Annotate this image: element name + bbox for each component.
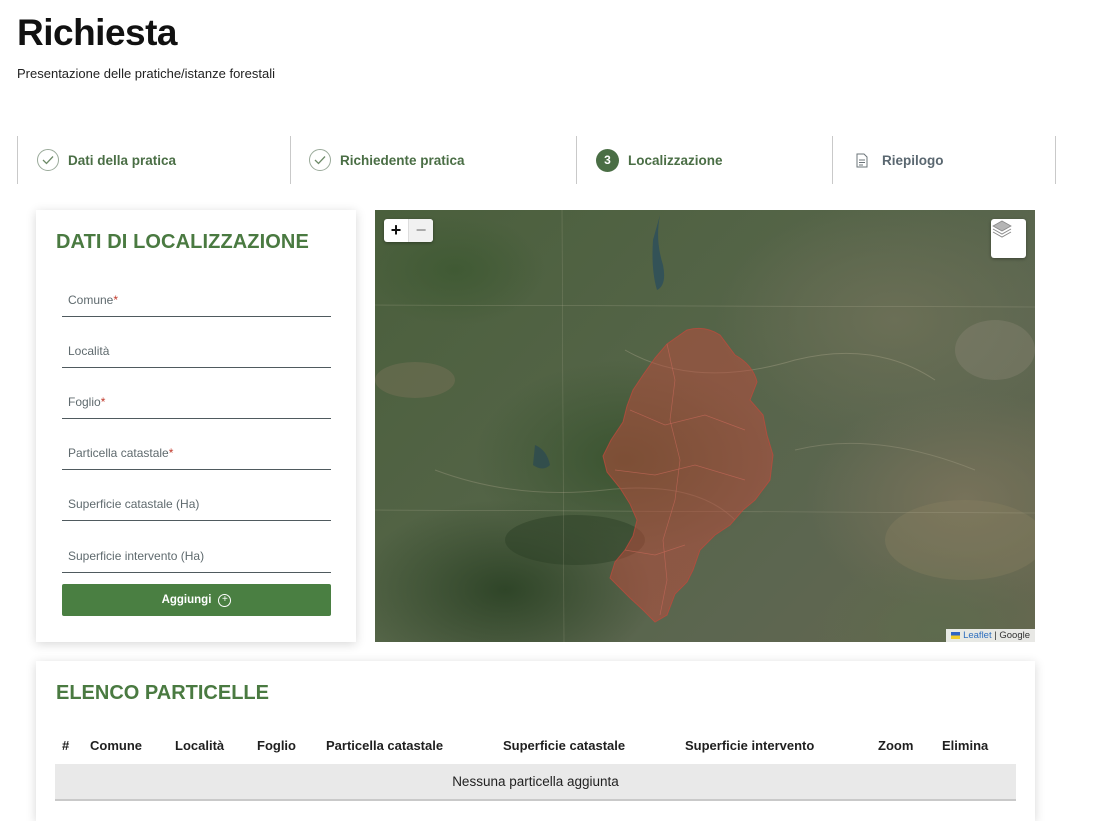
column-header: Elimina bbox=[942, 738, 989, 753]
step-number-badge: 3 bbox=[596, 148, 619, 172]
satellite-terrain bbox=[375, 210, 1035, 642]
step-localizzazione[interactable]: 3 Localizzazione bbox=[576, 136, 723, 184]
field-label: Superficie intervento (Ha) bbox=[68, 549, 205, 563]
add-button[interactable]: Aggiungi + bbox=[62, 584, 331, 616]
parcel-area-polygon bbox=[602, 327, 774, 623]
step-riepilogo[interactable]: Riepilogo bbox=[832, 136, 944, 184]
column-header: # bbox=[62, 738, 70, 753]
column-header: Zoom bbox=[878, 738, 914, 753]
page-title: Richiesta bbox=[17, 12, 178, 53]
column-header: Superficie intervento bbox=[685, 738, 815, 753]
localization-form-card: DATI DI LOCALIZZAZIONE Comune* Località … bbox=[36, 210, 356, 642]
plus-circle-icon: + bbox=[218, 593, 232, 607]
zoom-out-button[interactable]: − bbox=[408, 219, 433, 242]
field-label: Particella catastale bbox=[68, 446, 169, 460]
localita-field[interactable]: Località bbox=[62, 337, 331, 368]
flag-icon bbox=[951, 632, 961, 639]
parcels-list-card: ELENCO PARTICELLE # Comune Località Fogl… bbox=[36, 661, 1035, 821]
step-label: Localizzazione bbox=[628, 152, 723, 168]
column-header: Superficie catastale bbox=[503, 738, 626, 753]
step-richiedente-pratica[interactable]: Richiedente pratica bbox=[290, 136, 465, 184]
form-title: DATI DI LOCALIZZAZIONE bbox=[56, 231, 309, 253]
column-header: Comune bbox=[90, 738, 142, 753]
attribution-separator: | bbox=[991, 630, 1000, 641]
page-subtitle: Presentazione delle pratiche/istanze for… bbox=[17, 66, 275, 81]
add-button-label: Aggiungi bbox=[161, 594, 212, 606]
layers-button[interactable] bbox=[991, 219, 1026, 258]
empty-table-message: Nessuna particella aggiunta bbox=[55, 764, 1016, 801]
check-circle-icon bbox=[37, 149, 59, 171]
comune-field[interactable]: Comune* bbox=[62, 286, 331, 317]
document-icon bbox=[851, 153, 873, 168]
particella-catastale-field[interactable]: Particella catastale* bbox=[62, 439, 331, 470]
step-dati-pratica[interactable]: Dati della pratica bbox=[37, 136, 176, 184]
required-marker: * bbox=[168, 446, 174, 460]
attribution-provider: Google bbox=[999, 630, 1030, 641]
foglio-field[interactable]: Foglio* bbox=[62, 388, 331, 419]
layers-icon bbox=[992, 220, 1012, 238]
column-header: Località bbox=[175, 738, 225, 753]
map-attribution: Leaflet | Google bbox=[946, 629, 1035, 642]
leaflet-link[interactable]: Leaflet bbox=[963, 630, 992, 641]
map-view[interactable]: + − Leaflet | Google bbox=[375, 210, 1035, 642]
required-marker: * bbox=[113, 293, 119, 307]
superficie-catastale-field[interactable]: Superficie catastale (Ha) bbox=[62, 490, 331, 521]
zoom-control: + − bbox=[384, 219, 433, 242]
step-label: Richiedente pratica bbox=[340, 152, 465, 168]
required-marker: * bbox=[100, 395, 106, 409]
superficie-intervento-field[interactable]: Superficie intervento (Ha) bbox=[62, 542, 331, 573]
column-header: Foglio bbox=[257, 738, 296, 753]
check-circle-icon bbox=[309, 149, 331, 171]
zoom-in-button[interactable]: + bbox=[384, 219, 408, 242]
step-label: Dati della pratica bbox=[68, 152, 177, 168]
table-header: # Comune Località Foglio Particella cata… bbox=[55, 732, 1016, 765]
field-label: Foglio bbox=[68, 395, 101, 409]
field-label: Comune bbox=[68, 293, 114, 307]
list-title: ELENCO PARTICELLE bbox=[56, 682, 269, 704]
column-header: Particella catastale bbox=[326, 738, 444, 753]
step-label: Riepilogo bbox=[882, 152, 944, 168]
stepper: Dati della pratica Richiedente pratica 3… bbox=[17, 136, 1056, 184]
field-label: Località bbox=[68, 344, 110, 358]
field-label: Superficie catastale (Ha) bbox=[68, 497, 200, 511]
